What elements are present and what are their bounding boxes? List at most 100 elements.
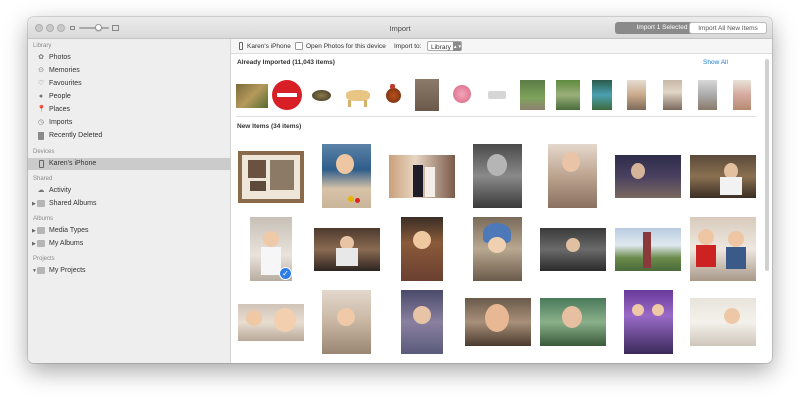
new-item-thumbnail[interactable] bbox=[473, 217, 522, 281]
pin-icon: 📍 bbox=[37, 106, 46, 113]
sidebar-item-label: Memories bbox=[49, 67, 80, 74]
imported-thumbnail[interactable] bbox=[556, 80, 580, 110]
sidebar-item-places[interactable]: 📍 Places bbox=[28, 104, 231, 116]
folder-icon bbox=[37, 240, 45, 248]
imported-thumbnail[interactable] bbox=[698, 80, 717, 110]
iphone-icon bbox=[37, 160, 45, 168]
new-item-thumbnail[interactable] bbox=[690, 298, 756, 346]
imported-thumbnail[interactable] bbox=[592, 80, 612, 110]
imported-thumbnail[interactable] bbox=[382, 82, 405, 109]
new-item-thumbnail[interactable] bbox=[473, 144, 522, 208]
titlebar: Import Import 1 Selected Import All New … bbox=[28, 17, 772, 39]
sidebar-item-media-types[interactable]: ▶ Media Types bbox=[28, 225, 231, 237]
open-photos-label: Open Photos for this device bbox=[306, 43, 386, 50]
import-to-select[interactable]: Library ▲▼ bbox=[427, 41, 462, 51]
sidebar-item-shared-albums[interactable]: ▶ Shared Albums bbox=[28, 198, 231, 210]
sidebar-item-favourites[interactable]: ♡ Favourites bbox=[28, 78, 231, 90]
new-item-thumbnail[interactable] bbox=[540, 228, 606, 271]
sidebar-item-label: Imports bbox=[49, 119, 73, 126]
chevron-down-icon: ▲▼ bbox=[453, 42, 462, 51]
new-item-thumbnail[interactable] bbox=[238, 304, 304, 341]
clock-icon: ◷ bbox=[37, 119, 45, 126]
device-name: Karen's iPhone bbox=[247, 43, 291, 50]
new-item-thumbnail[interactable] bbox=[314, 228, 380, 271]
large-thumbnail-icon bbox=[112, 25, 119, 31]
sidebar-item-label: My Projects bbox=[49, 267, 86, 274]
new-item-thumbnail[interactable] bbox=[389, 155, 455, 198]
sidebar-item-activity[interactable]: ☁ Activity bbox=[28, 185, 231, 197]
folder-icon bbox=[37, 267, 45, 275]
imported-thumbnail[interactable] bbox=[520, 80, 545, 110]
folder-icon bbox=[37, 227, 45, 235]
sidebar-item-label: People bbox=[49, 93, 71, 100]
cloud-icon: ☁ bbox=[37, 187, 45, 194]
imported-thumbnail[interactable] bbox=[733, 80, 751, 110]
memories-icon: ⊙ bbox=[38, 67, 44, 74]
sidebar-item-label: Favourites bbox=[49, 80, 82, 87]
sidebar-item-label: My Albums bbox=[49, 240, 84, 247]
imported-thumbnail[interactable] bbox=[627, 80, 646, 110]
close-button[interactable] bbox=[35, 24, 43, 32]
imported-thumbnail[interactable] bbox=[488, 91, 506, 99]
new-item-thumbnail[interactable] bbox=[401, 217, 443, 281]
sidebar-item-my-albums[interactable]: ▶ My Albums bbox=[28, 238, 231, 250]
sidebar-item-label: Media Types bbox=[49, 227, 89, 234]
sidebar-item-imports[interactable]: ◷ Imports bbox=[28, 117, 231, 129]
imported-thumbnail[interactable] bbox=[272, 80, 302, 110]
imported-thumbnail[interactable] bbox=[663, 80, 682, 110]
heart-icon: ♡ bbox=[37, 80, 45, 87]
open-photos-checkbox[interactable] bbox=[295, 42, 303, 50]
photos-icon: ✿ bbox=[38, 54, 44, 61]
trash-icon bbox=[37, 132, 45, 140]
import-toolbar: Karen's iPhone Open Photos for this devi… bbox=[231, 39, 772, 54]
new-item-thumbnail[interactable] bbox=[690, 155, 756, 198]
sidebar-item-label: Activity bbox=[49, 187, 72, 194]
sidebar: Library ✿ Photos ⊙ Memories ♡ Favourites… bbox=[28, 39, 231, 363]
new-item-thumbnail[interactable] bbox=[624, 290, 673, 354]
imported-thumbnail[interactable] bbox=[236, 84, 268, 108]
new-item-thumbnail[interactable] bbox=[690, 217, 756, 281]
sidebar-header-devices: Devices bbox=[33, 149, 55, 155]
minimize-button[interactable] bbox=[46, 24, 54, 32]
sidebar-item-label: Shared Albums bbox=[49, 200, 97, 207]
import-all-button[interactable]: Import All New Items bbox=[689, 22, 767, 34]
new-item-thumbnail[interactable] bbox=[548, 144, 597, 208]
sidebar-item-label: Karen's iPhone bbox=[49, 160, 97, 167]
checkmark-icon[interactable]: ✓ bbox=[279, 267, 292, 280]
sidebar-item-photos[interactable]: ✿ Photos bbox=[28, 52, 231, 64]
show-all-link[interactable]: Show All bbox=[703, 59, 728, 66]
new-items-title: New Items (34 items) bbox=[237, 123, 302, 130]
section-divider bbox=[236, 116, 757, 117]
imported-thumbnail[interactable] bbox=[415, 79, 439, 111]
disclosure-triangle-icon[interactable]: ▶ bbox=[32, 225, 36, 237]
scrollbar[interactable] bbox=[765, 59, 769, 271]
sidebar-item-memories[interactable]: ⊙ Memories bbox=[28, 65, 231, 77]
already-imported-title: Already Imported (11,043 items) bbox=[237, 59, 335, 66]
sidebar-item-recently-deleted[interactable]: Recently Deleted bbox=[28, 130, 231, 142]
person-icon: ● bbox=[38, 93, 44, 100]
thumbnail-size-slider[interactable] bbox=[79, 27, 109, 29]
new-item-thumbnail[interactable] bbox=[465, 298, 531, 346]
new-item-thumbnail[interactable] bbox=[615, 228, 681, 271]
new-item-thumbnail[interactable] bbox=[401, 290, 443, 354]
sidebar-header-library: Library bbox=[33, 43, 52, 49]
new-item-thumbnail[interactable] bbox=[322, 290, 371, 354]
sidebar-header-albums: Albums bbox=[33, 216, 54, 222]
new-item-thumbnail[interactable] bbox=[540, 298, 606, 346]
disclosure-triangle-icon[interactable]: ▶ bbox=[32, 238, 36, 250]
imported-thumbnail[interactable] bbox=[308, 87, 335, 104]
new-item-thumbnail[interactable] bbox=[238, 151, 304, 203]
imported-thumbnail[interactable] bbox=[342, 82, 374, 108]
sidebar-header-shared: Shared bbox=[33, 176, 53, 182]
sidebar-item-my-projects[interactable]: ▼ My Projects bbox=[28, 265, 231, 277]
zoom-button[interactable] bbox=[57, 24, 65, 32]
imported-thumbnail[interactable] bbox=[446, 79, 478, 111]
new-item-thumbnail[interactable] bbox=[615, 155, 681, 198]
sidebar-item-label: Places bbox=[49, 106, 71, 113]
slider-knob[interactable] bbox=[95, 24, 102, 31]
small-thumbnail-icon bbox=[70, 26, 75, 30]
sidebar-item-karens-iphone[interactable]: Karen's iPhone bbox=[28, 158, 231, 170]
sidebar-item-people[interactable]: ● People bbox=[28, 91, 231, 103]
disclosure-triangle-icon[interactable]: ▶ bbox=[32, 198, 36, 210]
new-item-thumbnail[interactable] bbox=[322, 144, 371, 208]
